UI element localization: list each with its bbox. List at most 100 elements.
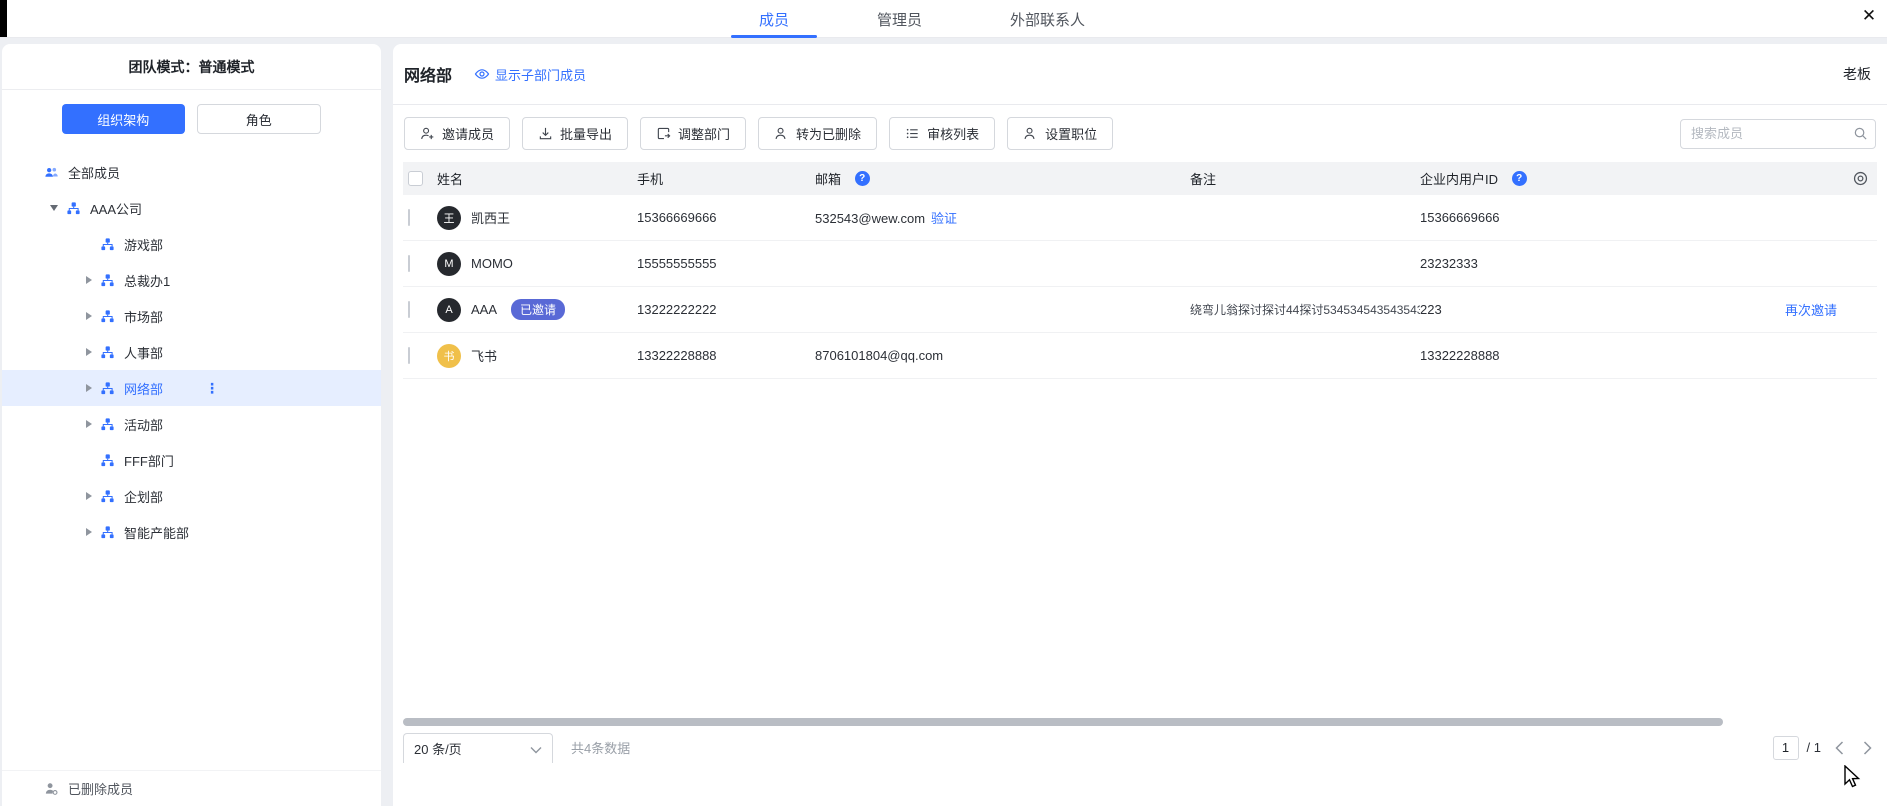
sidebar-item-fff-dept[interactable]: FFF部门	[2, 442, 381, 478]
batch-export-button[interactable]: 批量导出	[522, 117, 628, 150]
expand-icon[interactable]	[86, 384, 92, 392]
department-icon	[100, 345, 115, 360]
move-to-deleted-button[interactable]: 转为已删除	[758, 117, 877, 150]
top-tab-bar: 成员 管理员 外部联系人 ✕	[0, 0, 1887, 38]
member-email: 8706101804@qq.com	[815, 348, 1190, 363]
sidebar-item-all-members[interactable]: 全部成员	[2, 154, 381, 190]
member-name: MOMO	[471, 256, 513, 271]
row-checkbox[interactable]	[408, 347, 410, 364]
expand-icon[interactable]	[86, 312, 92, 320]
adjust-department-label: 调整部门	[678, 124, 730, 143]
department-icon	[100, 525, 115, 540]
column-settings-icon[interactable]	[1852, 170, 1869, 187]
department-icon	[100, 309, 115, 324]
person-add-icon	[420, 126, 435, 141]
user-id-help-icon[interactable]: ?	[1512, 171, 1527, 186]
sidebar-item-planning-dept[interactable]: 企划部	[2, 478, 381, 514]
row-checkbox[interactable]	[408, 301, 410, 318]
page-size-select[interactable]: 20 条/页	[403, 733, 553, 763]
sidebar-item-label: 网络部	[124, 379, 163, 398]
reinvite-link[interactable]: 再次邀请	[1785, 303, 1837, 318]
member-phone: 15366669666	[637, 210, 815, 225]
verify-link[interactable]: 验证	[931, 211, 957, 226]
sidebar-item-deleted-members[interactable]: 已删除成员	[2, 770, 381, 806]
next-page-button[interactable]	[1857, 736, 1877, 760]
review-list-button[interactable]: 审核列表	[889, 117, 995, 150]
sidebar-item-activity-dept[interactable]: 活动部	[2, 406, 381, 442]
member-table: 姓名 手机 邮箱 ? 备注 企业内用户ID ? 王 凯西王 1536666966…	[393, 162, 1887, 379]
sidebar-item-market-dept[interactable]: 市场部	[2, 298, 381, 334]
member-phone: 13222222222	[637, 302, 815, 317]
org-structure-button[interactable]: 组织架构	[62, 104, 185, 134]
set-position-label: 设置职位	[1045, 124, 1097, 143]
avatar: M	[437, 252, 461, 276]
expand-icon[interactable]	[86, 528, 92, 536]
screen: 成员 管理员 外部联系人 ✕ 团队模式：普通模式 组织架构 角色 全部成员 AA…	[0, 0, 1887, 806]
department-icon	[100, 417, 115, 432]
department-icon	[100, 381, 115, 396]
horizontal-scrollbar[interactable]	[403, 718, 1723, 726]
team-mode-title: 团队模式：普通模式	[2, 44, 381, 90]
sidebar-item-label: 活动部	[124, 415, 163, 434]
eye-icon	[474, 66, 490, 82]
search-box	[1680, 119, 1876, 149]
member-phone: 15555555555	[637, 256, 815, 271]
expand-icon[interactable]	[86, 276, 92, 284]
close-icon[interactable]: ✕	[1857, 4, 1881, 28]
page-size-value: 20 条/页	[414, 739, 462, 758]
member-row[interactable]: 书 飞书 13322228888 8706101804@qq.com 13322…	[403, 333, 1877, 379]
search-icon[interactable]	[1853, 126, 1868, 141]
avatar: A	[437, 298, 461, 322]
department-icon	[100, 489, 115, 504]
more-menu-icon[interactable]: ⋮	[205, 380, 219, 397]
owner-label: 老板	[1843, 64, 1871, 84]
member-row[interactable]: 王 凯西王 15366669666 532543@wew.com验证 15366…	[403, 195, 1877, 241]
expand-icon[interactable]	[86, 420, 92, 428]
invite-member-button[interactable]: 邀请成员	[404, 117, 510, 150]
email-help-icon[interactable]: ?	[855, 171, 870, 186]
chevron-left-icon	[1835, 741, 1844, 755]
expand-icon[interactable]	[86, 348, 92, 356]
row-checkbox[interactable]	[408, 255, 410, 272]
member-email: 532543@wew.com	[815, 211, 925, 226]
sidebar-item-smart-capacity-dept[interactable]: 智能产能部	[2, 514, 381, 550]
sidebar-item-game-dept[interactable]: 游戏部	[2, 226, 381, 262]
department-icon	[100, 453, 115, 468]
member-name: 凯西王	[471, 208, 510, 227]
show-sub-dept-toggle[interactable]: 显示子部门成员	[474, 65, 586, 84]
sidebar-item-ceo-office[interactable]: 总裁办1	[2, 262, 381, 298]
set-position-button[interactable]: 设置职位	[1007, 117, 1113, 150]
sidebar-item-network-dept[interactable]: 网络部 ⋮	[2, 370, 381, 406]
member-row[interactable]: A AAA 已邀请 13222222222 绕弯儿翁探讨探讨44探讨534534…	[403, 287, 1877, 333]
expand-icon[interactable]	[86, 492, 92, 500]
search-input[interactable]	[1680, 119, 1876, 149]
department-icon	[66, 201, 81, 216]
collapse-icon[interactable]	[50, 205, 58, 211]
row-checkbox[interactable]	[408, 209, 410, 226]
deleted-person-icon	[44, 781, 59, 796]
member-panel: 网络部 显示子部门成员 老板 邀请成员 批量导出 调整部门 转为已删除	[393, 44, 1887, 806]
prev-page-button[interactable]	[1829, 736, 1849, 760]
tab-admins[interactable]: 管理员	[863, 0, 936, 38]
sidebar-item-label: FFF部门	[124, 451, 174, 470]
role-button[interactable]: 角色	[197, 104, 322, 134]
select-all-checkbox[interactable]	[408, 171, 423, 186]
adjust-department-button[interactable]: 调整部门	[640, 117, 746, 150]
sidebar-item-aaa-company[interactable]: AAA公司	[2, 190, 381, 226]
sidebar-segment: 组织架构 角色	[2, 90, 381, 144]
sidebar: 团队模式：普通模式 组织架构 角色 全部成员 AAA公司 游戏部	[2, 44, 381, 806]
sidebar-item-label: 企划部	[124, 487, 163, 506]
tab-members[interactable]: 成员	[745, 0, 803, 38]
member-phone: 13322228888	[637, 348, 815, 363]
pagination-bar: 20 条/页 共4条数据 1 / 1	[403, 733, 1877, 762]
column-name: 姓名	[437, 169, 637, 188]
member-name: 飞书	[471, 346, 497, 365]
tab-external-contacts[interactable]: 外部联系人	[996, 0, 1099, 38]
total-count: 共4条数据	[571, 738, 630, 757]
pager: 1 / 1	[1773, 736, 1877, 760]
sidebar-item-label: AAA公司	[90, 199, 142, 218]
current-page-input[interactable]: 1	[1773, 736, 1799, 760]
sidebar-item-hr-dept[interactable]: 人事部	[2, 334, 381, 370]
avatar: 王	[437, 206, 461, 230]
member-row[interactable]: M MOMO 15555555555 23232333	[403, 241, 1877, 287]
